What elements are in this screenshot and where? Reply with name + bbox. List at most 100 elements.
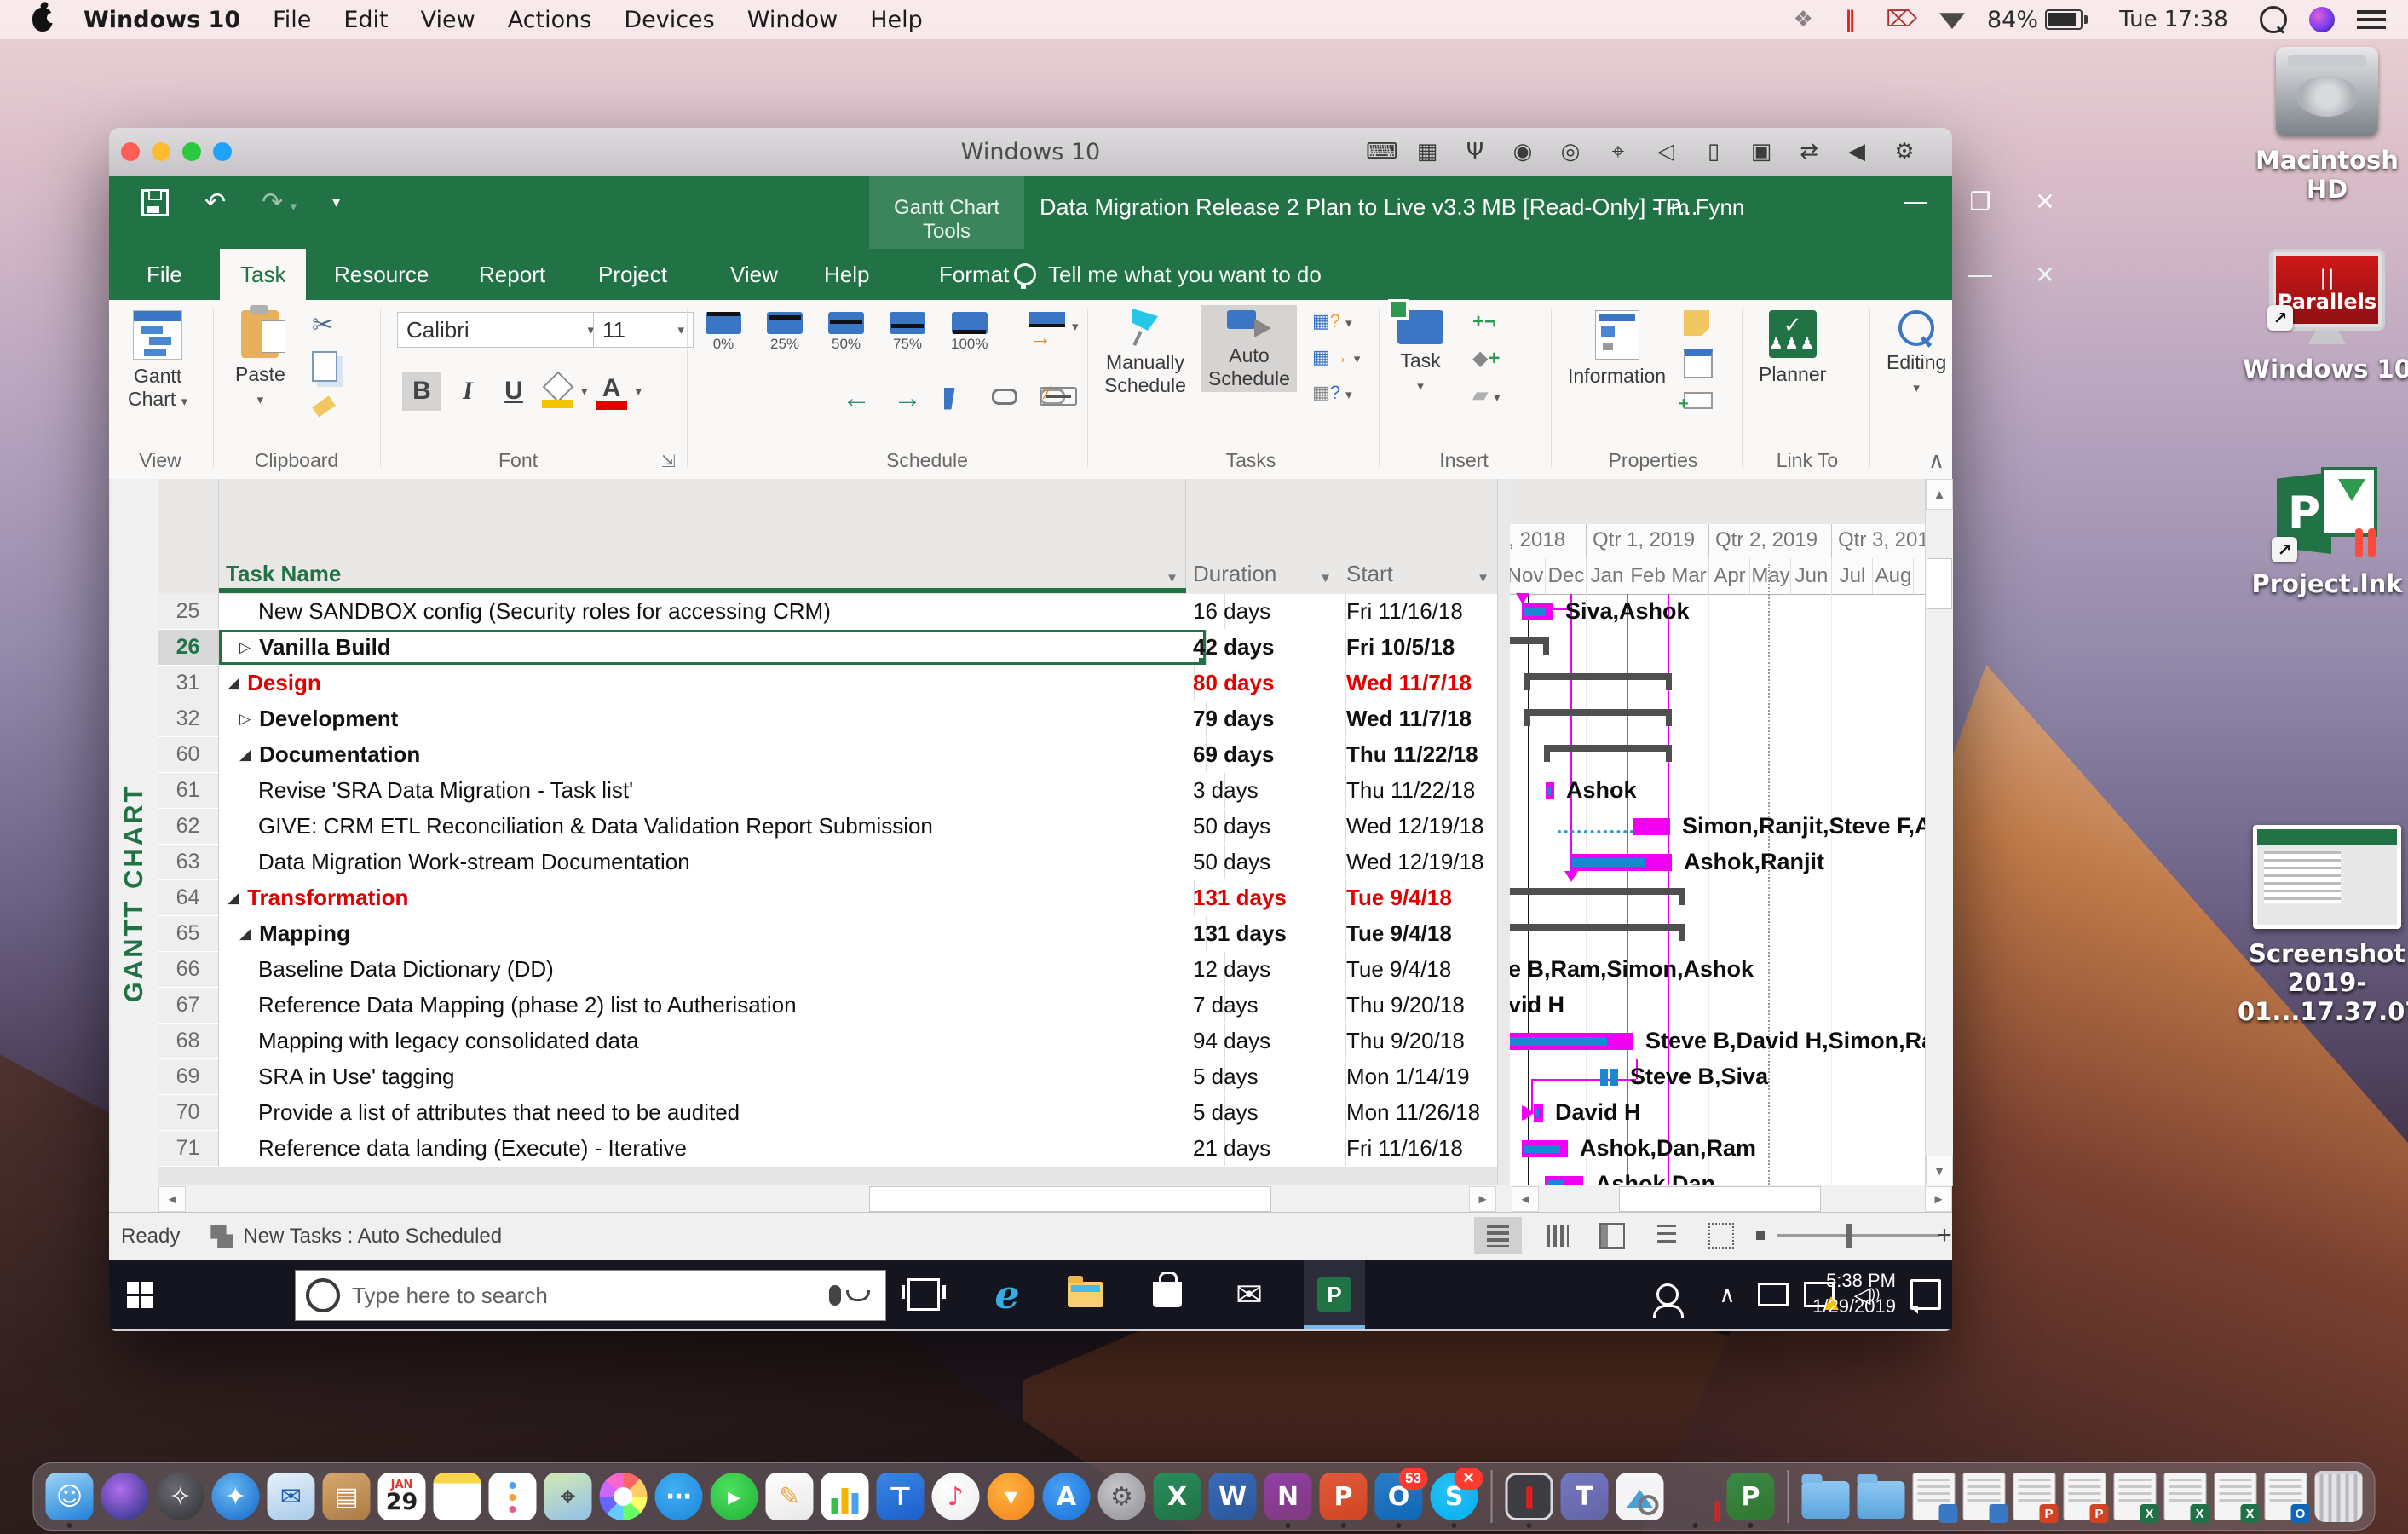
tab-report[interactable]: Report xyxy=(458,249,566,300)
format-painter-button[interactable] xyxy=(312,395,336,418)
siri-icon[interactable] xyxy=(2309,5,2335,34)
task-name-cell-65[interactable]: ◢ Mapping xyxy=(219,916,1207,951)
vm-titlebar[interactable]: Windows 10 ⌨ ▦ Ψ ◉ ◎ ⌖ ◁ ▯ ▣ ⇄ ◀ ⚙ xyxy=(109,128,1952,176)
gantt-bar-row12[interactable] xyxy=(1510,1033,1633,1050)
settings-gear-icon[interactable]: ⚙ xyxy=(1891,139,1918,165)
row-number-68[interactable]: 68 xyxy=(158,1024,219,1058)
inactivate-button[interactable] xyxy=(1040,387,1077,406)
gantt-bar-row15[interactable] xyxy=(1522,1140,1568,1157)
microphone-icon[interactable] xyxy=(829,1285,841,1306)
duration-cell-62[interactable]: 50 days xyxy=(1186,809,1346,844)
screenshot-file[interactable]: Screenshot 2019-01...17.37.07 xyxy=(2238,825,2408,1026)
summary-bar-row4[interactable] xyxy=(1544,745,1672,752)
gantt-bar-row6[interactable] xyxy=(1633,818,1670,835)
duration-cell-65[interactable]: 131 days xyxy=(1186,916,1346,951)
expand-triangle-icon[interactable]: ◢ xyxy=(228,675,239,692)
pages[interactable]: ✎ xyxy=(765,1473,814,1520)
split-bar-row13[interactable] xyxy=(1600,1069,1608,1086)
tray-expand-chevron[interactable]: ∧ xyxy=(1708,1260,1747,1329)
gantt-bar-row16[interactable] xyxy=(1545,1176,1583,1185)
start-cell-25[interactable]: Fri 11/16/18 xyxy=(1339,594,1504,629)
parallels-desktop[interactable]: ‖ xyxy=(1505,1473,1553,1528)
move-task-button[interactable]: ▦→ ▾ xyxy=(1312,346,1360,368)
tab-format[interactable]: Format xyxy=(919,249,1029,300)
start-cell-61[interactable]: Thu 11/22/18 xyxy=(1339,773,1504,808)
windows-10-vm-shortcut[interactable]: || Parallels ↗ Windows 10 xyxy=(2238,249,2408,384)
start-cell-69[interactable]: Mon 1/14/19 xyxy=(1339,1059,1504,1094)
folder-1[interactable] xyxy=(1801,1474,1850,1519)
font-color-button[interactable]: A xyxy=(595,374,629,410)
window-thumb-2[interactable] xyxy=(1962,1473,2008,1523)
split-bar-row13[interactable] xyxy=(1610,1069,1618,1086)
table-row-26[interactable]: 26 ▷ Vanilla Build 42 days Fri 10/5/18 xyxy=(158,630,1497,666)
start-cell-32[interactable]: Wed 11/7/18 xyxy=(1339,701,1504,736)
task-information-button[interactable]: Information xyxy=(1568,310,1666,388)
duration-cell-32[interactable]: 79 days xyxy=(1186,701,1346,736)
row-number-63[interactable]: 63 xyxy=(158,845,219,879)
camera-icon[interactable]: ▣ xyxy=(1748,139,1775,165)
traffic-close-button[interactable] xyxy=(121,142,140,161)
task-name-cell-63[interactable]: Data Migration Work-stream Documentation xyxy=(219,845,1225,879)
reminders[interactable] xyxy=(488,1473,537,1520)
chart-scroll-right-button[interactable]: ► xyxy=(1925,1186,1952,1212)
task-name-cell-61[interactable]: Revise 'SRA Data Migration - Task list' xyxy=(219,773,1225,808)
summary-bar-row3[interactable] xyxy=(1524,709,1672,716)
tab-help[interactable]: Help xyxy=(804,249,890,300)
duration-cell-60[interactable]: 69 days xyxy=(1186,737,1346,772)
row-number-66[interactable]: 66 xyxy=(158,952,219,987)
cpu-icon[interactable]: ▦ xyxy=(1414,139,1441,165)
project-taskbar-icon-active[interactable]: P xyxy=(1304,1260,1365,1329)
window-close-button[interactable]: ✕ xyxy=(2021,187,2069,216)
wifi-icon[interactable] xyxy=(1938,5,1965,34)
expand-triangle-icon[interactable]: ◢ xyxy=(239,926,251,943)
collapse-triangle-icon[interactable]: ▷ xyxy=(239,711,251,728)
teams[interactable]: T xyxy=(1560,1473,1609,1520)
contacts[interactable]: ▤ xyxy=(322,1473,371,1520)
status-new-tasks[interactable]: New Tasks : Auto Scheduled xyxy=(210,1225,502,1249)
schedule-50pct-button[interactable]: 50% xyxy=(828,312,864,353)
undo-icon[interactable]: ↶ xyxy=(205,187,226,217)
row-number-69[interactable]: 69 xyxy=(158,1059,219,1094)
battery-indicator[interactable]: 84% xyxy=(1987,7,2088,33)
task-name-cell-31[interactable]: ◢ Design xyxy=(219,666,1195,701)
task-name-cell-68[interactable]: Mapping with legacy consolidated data xyxy=(219,1024,1225,1058)
column-header-start[interactable]: Start ▼ xyxy=(1339,479,1496,595)
tab-task[interactable]: Task xyxy=(220,249,307,300)
ribbon-minimize-button[interactable]: — xyxy=(1956,261,2004,288)
font-dialog-launcher[interactable]: ⇲ xyxy=(661,451,676,472)
task-name-cell-60[interactable]: ◢ Documentation xyxy=(219,737,1207,772)
excel[interactable]: X xyxy=(1153,1473,1201,1520)
start-cell-70[interactable]: Mon 11/26/18 xyxy=(1339,1095,1504,1130)
skype[interactable]: S ✕ xyxy=(1430,1468,1483,1528)
table-row-69[interactable]: 69 SRA in Use' tagging 5 days Mon 1/14/19 xyxy=(158,1059,1497,1096)
onenote[interactable]: N xyxy=(1264,1473,1312,1528)
keynote[interactable]: ⊤ xyxy=(876,1473,925,1520)
task-name-cell-70[interactable]: Provide a list of attributes that need t… xyxy=(219,1095,1225,1130)
start-cell-68[interactable]: Thu 9/20/18 xyxy=(1339,1024,1504,1058)
finder[interactable]: ☺ xyxy=(45,1473,94,1528)
editing-button[interactable]: Editing ▾ xyxy=(1887,310,1946,400)
table-row-68[interactable]: 68 Mapping with legacy consolidated data 9… xyxy=(158,1024,1497,1060)
keyboard-icon[interactable]: ⌨ xyxy=(1366,139,1398,165)
duration-cell-63[interactable]: 50 days xyxy=(1186,845,1346,879)
view-report-button[interactable] xyxy=(1697,1217,1745,1254)
start-cell-64[interactable]: Tue 9/4/18 xyxy=(1339,880,1504,915)
duration-cell-68[interactable]: 94 days xyxy=(1186,1024,1346,1058)
link-tasks-button[interactable] xyxy=(992,388,1017,409)
gantt-bar-row7[interactable] xyxy=(1570,854,1672,871)
window-restore-button[interactable]: ❐ xyxy=(1956,187,2004,216)
indent-task-button[interactable]: → xyxy=(893,382,922,415)
file-explorer-taskbar-icon[interactable] xyxy=(1055,1260,1116,1329)
menubar-menu-file[interactable]: File xyxy=(273,7,311,33)
taskbar-clock[interactable]: 5:38 PM 1/29/2019 xyxy=(1812,1268,1896,1319)
manually-schedule-button[interactable]: Manually Schedule xyxy=(1104,309,1186,397)
row-number-60[interactable]: 60 xyxy=(158,737,219,772)
notification-center-icon[interactable] xyxy=(2357,5,2386,34)
menubar-menu-window[interactable]: Window xyxy=(747,7,838,33)
inspect-task-button[interactable]: ▦? ▾ xyxy=(1312,310,1360,332)
project-lnk-shortcut[interactable]: P ↗ Project.lnk xyxy=(2238,467,2408,598)
row-number-32[interactable]: 32 xyxy=(158,701,219,736)
display-tray-icon[interactable] xyxy=(1754,1260,1793,1329)
start-cell-31[interactable]: Wed 11/7/18 xyxy=(1339,666,1504,701)
table-row-64[interactable]: 64 ◢ Transformation 131 days Tue 9/4/18 xyxy=(158,880,1497,917)
